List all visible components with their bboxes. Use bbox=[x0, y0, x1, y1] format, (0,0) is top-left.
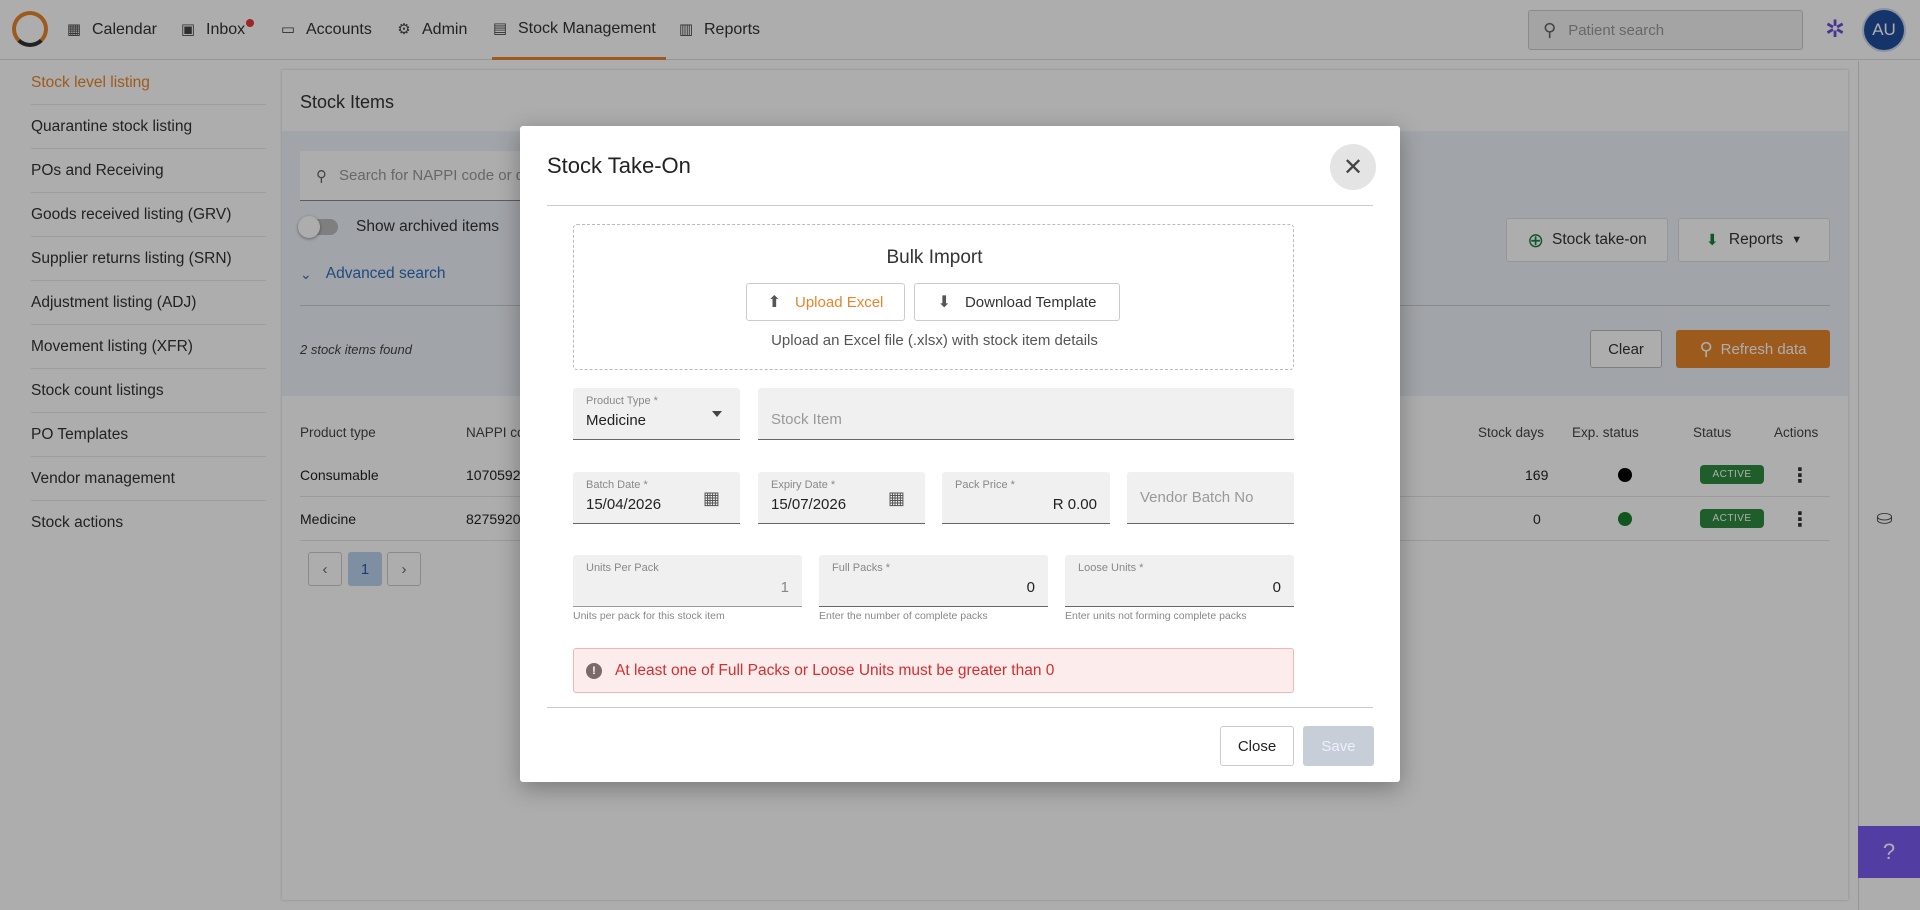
full-packs-label: Full Packs * bbox=[832, 562, 891, 574]
batch-date-value: 15/04/2026 bbox=[586, 496, 662, 513]
upload-excel-button[interactable]: ⬆ Upload Excel bbox=[746, 283, 905, 321]
download-icon: ⬇ bbox=[937, 294, 951, 311]
product-type-select[interactable]: Product Type * Medicine bbox=[573, 388, 740, 440]
upload-icon: ⬆ bbox=[767, 294, 781, 311]
pack-price-value: R 0.00 bbox=[1052, 496, 1097, 513]
vendor-batch-input[interactable]: Vendor Batch No bbox=[1127, 472, 1294, 524]
batch-date-label: Batch Date * bbox=[586, 479, 648, 491]
calendar-icon[interactable]: ▦ bbox=[703, 488, 720, 509]
expiry-date-value: 15/07/2026 bbox=[771, 496, 847, 513]
units-per-pack-label: Units Per Pack bbox=[586, 562, 659, 574]
bulk-import-panel: Bulk Import ⬆ Upload Excel ⬇ Download Te… bbox=[573, 224, 1294, 370]
vendor-batch-placeholder: Vendor Batch No bbox=[1140, 489, 1254, 506]
upload-excel-label: Upload Excel bbox=[795, 293, 884, 311]
units-per-pack-field: Units Per Pack 1 bbox=[573, 555, 802, 607]
chevron-down-icon bbox=[712, 411, 722, 417]
full-packs-input[interactable]: Full Packs * 0 bbox=[819, 555, 1048, 607]
bulk-import-title: Bulk Import bbox=[886, 247, 983, 268]
product-type-label: Product Type * bbox=[586, 395, 658, 407]
stock-item-placeholder: Stock Item bbox=[771, 411, 842, 428]
units-per-pack-value: 1 bbox=[780, 579, 789, 596]
full-packs-helper: Enter the number of complete packs bbox=[819, 610, 988, 622]
download-template-button[interactable]: ⬇ Download Template bbox=[914, 283, 1120, 321]
validation-error-text: At least one of Full Packs or Loose Unit… bbox=[615, 661, 1055, 679]
save-button[interactable]: Save bbox=[1303, 726, 1374, 766]
product-type-value: Medicine bbox=[586, 412, 647, 429]
loose-units-value: 0 bbox=[1272, 579, 1281, 596]
units-per-pack-helper: Units per pack for this stock item bbox=[573, 610, 725, 622]
bulk-import-hint: Upload an Excel file (.xlsx) with stock … bbox=[771, 332, 1098, 349]
expiry-date-field[interactable]: Expiry Date * 15/07/2026 ▦ bbox=[758, 472, 925, 524]
calendar-icon[interactable]: ▦ bbox=[888, 488, 905, 509]
divider bbox=[547, 205, 1373, 206]
validation-error: ! At least one of Full Packs or Loose Un… bbox=[573, 648, 1294, 693]
pack-price-field[interactable]: Pack Price * R 0.00 bbox=[942, 472, 1110, 524]
download-template-label: Download Template bbox=[964, 293, 1097, 311]
alert-icon: ! bbox=[586, 662, 602, 679]
divider bbox=[547, 707, 1373, 708]
close-button[interactable]: Close bbox=[1220, 726, 1294, 766]
loose-units-input[interactable]: Loose Units * 0 bbox=[1065, 555, 1294, 607]
batch-date-field[interactable]: Batch Date * 15/04/2026 ▦ bbox=[573, 472, 740, 524]
dialog-title: Stock Take-On bbox=[547, 153, 691, 178]
full-packs-value: 0 bbox=[1026, 579, 1035, 596]
close-icon[interactable]: ✕ bbox=[1330, 144, 1376, 190]
loose-units-label: Loose Units * bbox=[1078, 562, 1144, 574]
stock-takeon-dialog: Stock Take-On ✕ Bulk Import ⬆ Upload Exc… bbox=[520, 126, 1400, 782]
pack-price-label: Pack Price * bbox=[955, 479, 1015, 491]
expiry-date-label: Expiry Date * bbox=[771, 479, 836, 491]
loose-units-helper: Enter units not forming complete packs bbox=[1065, 610, 1247, 622]
stock-item-input[interactable]: Stock Item bbox=[758, 388, 1294, 440]
